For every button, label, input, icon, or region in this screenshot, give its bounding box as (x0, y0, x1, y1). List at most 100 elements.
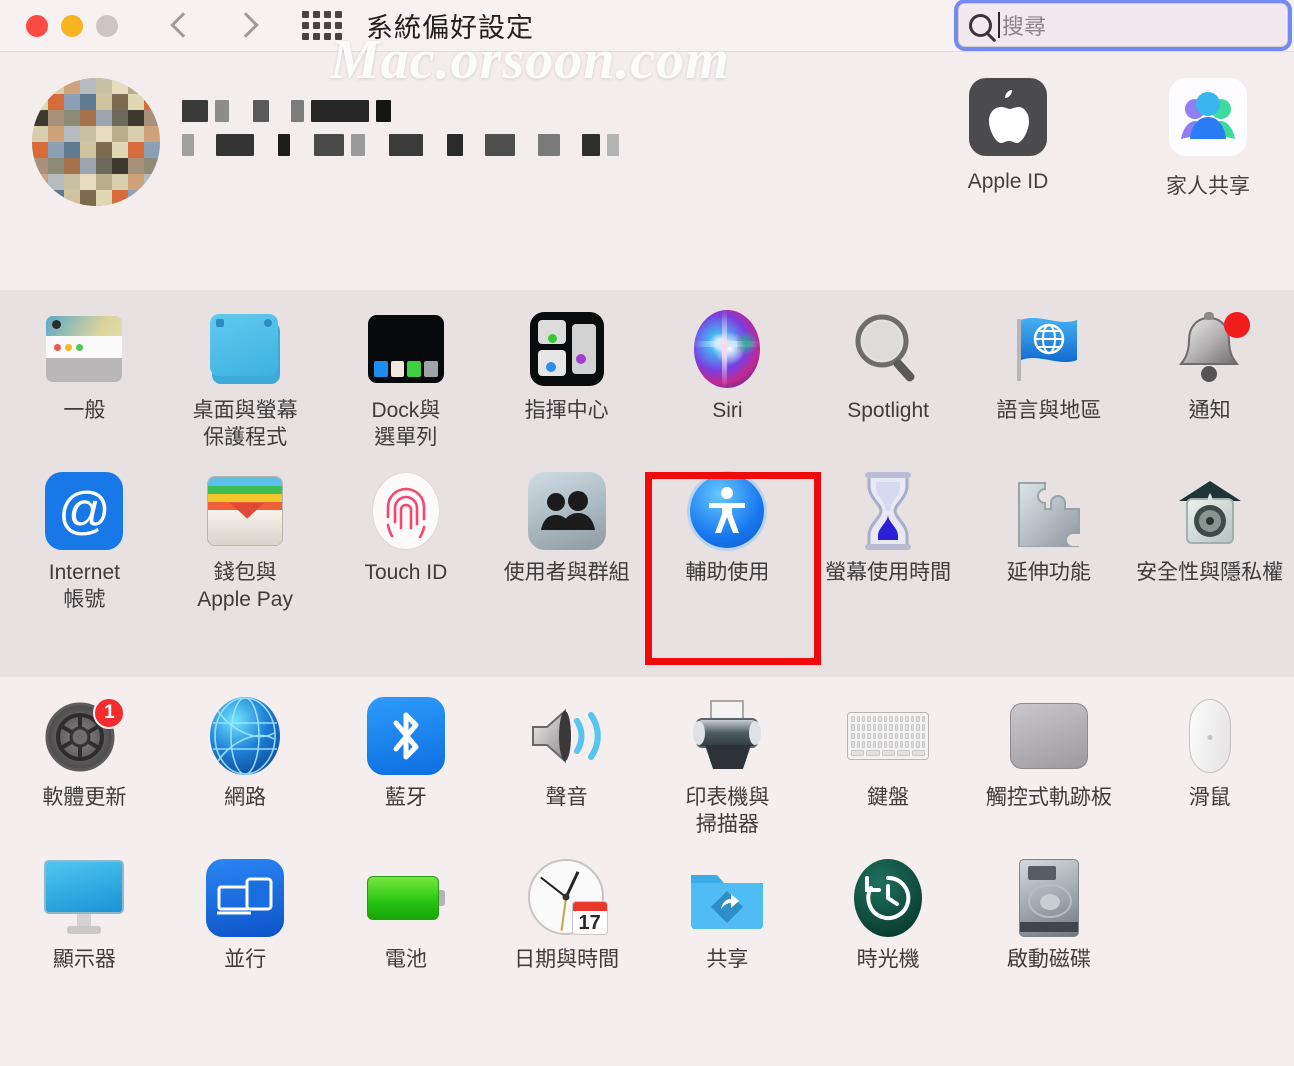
redacted-block (236, 100, 246, 122)
pref-item-label: 螢幕使用時間 (825, 560, 952, 584)
pref-item-extensions[interactable]: 延伸功能 (969, 452, 1130, 614)
pref-item-time-machine[interactable]: 時光機 (808, 839, 969, 974)
pref-item-mouse[interactable]: 滑鼠 (1129, 677, 1290, 839)
bluetooth-icon (363, 693, 449, 779)
touchid-icon (363, 468, 449, 554)
pref-item-screentime[interactable]: 螢幕使用時間 (808, 452, 969, 614)
sidecar-icon (202, 855, 288, 941)
search-container: 搜尋 (958, 0, 1288, 50)
minimize-button[interactable] (61, 14, 83, 37)
pref-item-control-center[interactable]: 指揮中心 (486, 290, 647, 452)
pref-item-label: 共享 (706, 947, 749, 971)
redacted-block (261, 134, 271, 156)
redacted-block (311, 100, 369, 122)
pref-item-touchid[interactable]: Touch ID (326, 452, 487, 614)
show-all-grid-icon[interactable] (302, 11, 342, 40)
pref-item-trackpad[interactable]: 觸控式軌跡板 (969, 677, 1130, 839)
system-preferences-window: 系統偏好設定 搜尋 Mac.orsoon.com Apple ID 家人共享 一般… (0, 0, 1294, 1066)
pref-item-language-region[interactable]: 語言與地區 (969, 290, 1130, 452)
pref-item-startup-disk[interactable]: 啟動磁碟 (969, 839, 1130, 974)
pref-item-date-time[interactable]: 17 日期與時間 (486, 839, 647, 974)
pref-item-accessibility[interactable]: 輔助使用 (647, 452, 808, 614)
grid-dot (313, 22, 320, 29)
pref-item-security-privacy[interactable]: 安全性與隱私權 (1129, 452, 1290, 614)
redacted-block (447, 134, 463, 156)
pref-item-label: 使用者與群組 (503, 560, 630, 584)
grid-dot (335, 11, 342, 18)
text-caret (998, 12, 1000, 38)
printers-scanners-icon (684, 693, 770, 779)
pref-item-displays[interactable]: 顯示器 (4, 839, 165, 974)
pref-item-wallet-applepay[interactable]: 錢包與 Apple Pay (165, 452, 326, 614)
avatar[interactable] (32, 78, 160, 206)
top-item-label: 家人共享 (1166, 175, 1250, 198)
pref-item-sound[interactable]: 聲音 (486, 677, 647, 839)
grid-dot (302, 22, 309, 29)
screentime-icon (845, 468, 931, 554)
page-title: 系統偏好設定 (366, 13, 534, 43)
date-time-icon: 17 (524, 855, 610, 941)
top-preference-items: Apple ID 家人共享 (928, 74, 1288, 200)
pref-item-label: 延伸功能 (1006, 560, 1091, 584)
pref-item-label: 一般 (63, 399, 106, 422)
pref-item-dock-menubar[interactable]: Dock與 選單列 (326, 290, 487, 452)
pref-item-general[interactable]: 一般 (4, 290, 165, 452)
security-privacy-icon (1167, 468, 1253, 554)
pref-item-bluetooth[interactable]: 藍牙 (326, 677, 487, 839)
extensions-icon (1006, 468, 1092, 554)
pref-item-label: 語言與地區 (996, 399, 1102, 422)
pref-item-siri[interactable]: Siri (647, 290, 808, 452)
back-chevron-icon[interactable] (168, 11, 194, 41)
forward-chevron-icon[interactable] (234, 11, 260, 41)
pref-item-label: Siri (712, 399, 743, 422)
control-center-icon (524, 306, 610, 392)
zoom-button[interactable] (96, 14, 118, 37)
top-item-label: Apple ID (967, 170, 1049, 193)
redacted-block (276, 100, 284, 122)
search-input[interactable]: 搜尋 (958, 3, 1288, 47)
trackpad-icon (1006, 693, 1092, 779)
redacted-block (182, 134, 194, 156)
keyboard-icon (845, 693, 931, 779)
preferences-grid-row-2: @ Internet 帳號 錢包與 Apple Pay Touch ID 使用者與群組 輔助使… (0, 452, 1294, 614)
pref-item-printers-scanners[interactable]: 印表機與 掃描器 (647, 677, 808, 839)
pref-item-label: 電池 (384, 947, 427, 971)
pref-item-label: 軟體更新 (42, 786, 127, 809)
preferences-band-primary: 一般 桌面與螢幕 保護程式 Dock與 選單列 指揮中心 Siri Spotlight 語言與地… (0, 290, 1294, 677)
pref-item-label: 網路 (224, 786, 267, 809)
close-button[interactable] (26, 14, 48, 37)
pref-item-network[interactable]: 網路 (165, 677, 326, 839)
pref-item-sidecar[interactable]: 並行 (165, 839, 326, 974)
redacted-block (582, 134, 600, 156)
spotlight-icon (845, 306, 931, 392)
pref-item-software-update[interactable]: 1 軟體更新 (4, 677, 165, 839)
pref-item-label: 時光機 (856, 947, 920, 971)
pref-item-label: 鍵盤 (867, 786, 910, 809)
search-icon (969, 13, 992, 37)
pref-item-sharing[interactable]: 共享 (647, 839, 808, 974)
traffic-lights (26, 14, 118, 37)
pref-item-label: 顯示器 (52, 947, 116, 971)
redacted-block (538, 134, 560, 156)
redacted-block (253, 100, 269, 122)
top-item-family-sharing[interactable]: 家人共享 (1128, 74, 1288, 200)
time-machine-icon (845, 855, 931, 941)
pref-item-internet-accounts[interactable]: @ Internet 帳號 (4, 452, 165, 614)
redacted-block (470, 134, 478, 156)
redacted-text-line (182, 134, 619, 156)
language-region-icon (1006, 306, 1092, 392)
redacted-block (291, 100, 304, 122)
pref-item-notifications[interactable]: 通知 (1129, 290, 1290, 452)
pref-item-keyboard[interactable]: 鍵盤 (808, 677, 969, 839)
top-item-apple-logo[interactable]: Apple ID (928, 74, 1088, 200)
grid-dot (335, 22, 342, 29)
pref-item-spotlight[interactable]: Spotlight (808, 290, 969, 452)
pref-item-battery[interactable]: 電池 (326, 839, 487, 974)
pref-item-desktop-screensaver[interactable]: 桌面與螢幕 保護程式 (165, 290, 326, 452)
pref-item-users-groups[interactable]: 使用者與群組 (486, 452, 647, 614)
search-placeholder: 搜尋 (1002, 14, 1047, 39)
general-icon (41, 306, 127, 392)
pref-item-label: 輔助使用 (685, 560, 770, 584)
grid-dot (302, 11, 309, 18)
notifications-icon (1167, 306, 1253, 392)
